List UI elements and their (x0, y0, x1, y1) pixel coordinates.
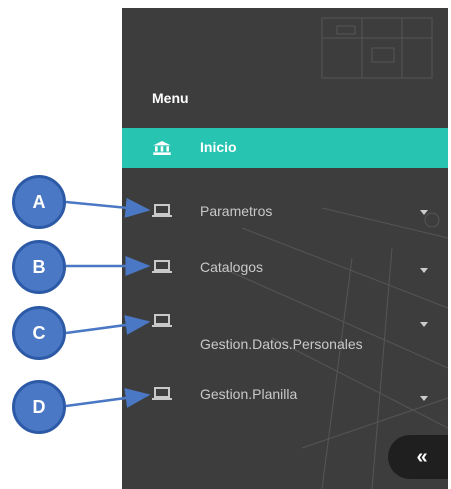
callout-a: A (12, 175, 66, 229)
arrow-d (65, 388, 151, 408)
callout-arrows (65, 197, 151, 408)
callout-c: C (12, 306, 66, 360)
callout-b: B (12, 240, 66, 294)
arrow-a (65, 197, 151, 218)
arrow-c (65, 315, 151, 335)
callout-d: D (12, 380, 66, 434)
